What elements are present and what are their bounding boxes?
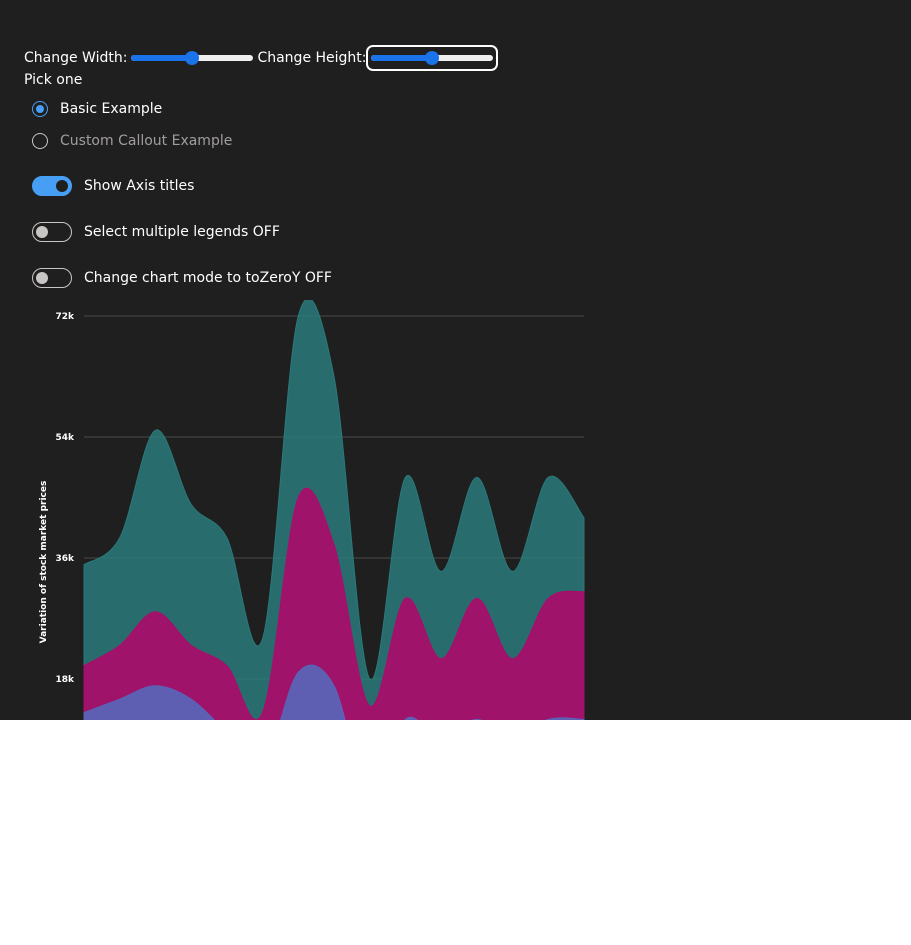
slider-fill: [131, 55, 193, 61]
y-axis-title: Variation of stock market prices: [39, 481, 49, 644]
slider-thumb[interactable]: [424, 51, 439, 65]
toggle-label: Show Axis titles: [84, 178, 195, 194]
toggle-knob: [36, 226, 48, 238]
y-axis-ticks: 72k 54k 36k 18k: [55, 312, 75, 685]
y-tick-label: 54k: [55, 433, 75, 443]
toggle-knob: [56, 180, 68, 192]
toggle-chart-mode[interactable]: Change chart mode to toZeroY OFF: [32, 268, 332, 288]
app-root: Change Width: Change Height: Pick one Ba…: [0, 0, 911, 720]
slider-fill: [370, 55, 432, 61]
change-height-slider[interactable]: [365, 45, 498, 71]
toggle-switch[interactable]: [32, 222, 72, 242]
toggle-label: Change chart mode to toZeroY OFF: [84, 270, 332, 286]
size-controls: Change Width: Change Height:: [24, 45, 498, 71]
chart-areas[interactable]: [83, 300, 585, 720]
toggle-label: Select multiple legends OFF: [84, 224, 280, 240]
radio-unselected-icon[interactable]: [32, 133, 48, 149]
y-tick-label: 72k: [55, 312, 75, 322]
slider-thumb[interactable]: [185, 51, 200, 65]
radio-custom-callout-example[interactable]: Custom Callout Example: [32, 133, 232, 149]
change-width-label: Change Width:: [24, 50, 128, 66]
radio-label: Basic Example: [60, 101, 163, 117]
change-width-slider[interactable]: [129, 48, 255, 68]
toggle-switch[interactable]: [32, 268, 72, 288]
radio-label: Custom Callout Example: [60, 133, 233, 149]
y-tick-label: 36k: [55, 554, 75, 564]
radio-group-label: Pick one: [24, 72, 83, 88]
change-height-label: Change Height:: [257, 50, 367, 66]
toggle-switch[interactable]: [32, 176, 72, 196]
toggle-multiple-legends[interactable]: Select multiple legends OFF: [32, 222, 280, 242]
toggle-knob: [36, 272, 48, 284]
stacked-area-chart: 72k 54k 36k 18k Variation of stock market p…: [39, 300, 585, 720]
toggle-axis-titles[interactable]: Show Axis titles: [32, 176, 194, 196]
radio-selected-icon[interactable]: [32, 101, 48, 117]
y-tick-label: 18k: [55, 675, 75, 685]
radio-basic-example[interactable]: Basic Example: [32, 101, 162, 117]
